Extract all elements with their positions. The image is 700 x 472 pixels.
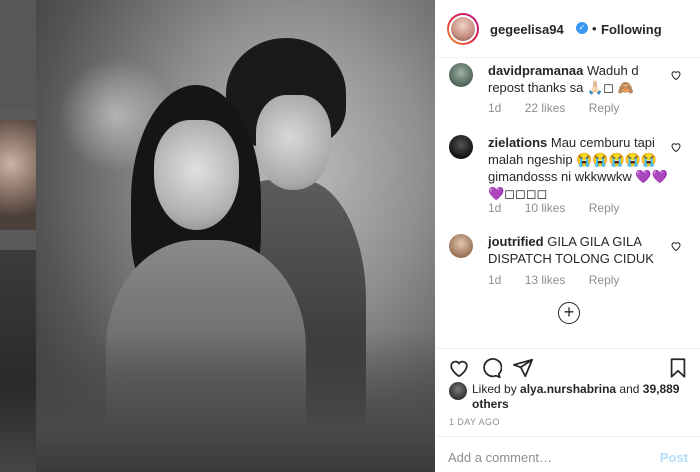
comment-likes[interactable]: 10 likes [525,201,566,215]
comment-input[interactable]: Add a comment… [448,450,552,465]
heart-icon[interactable] [448,357,470,379]
photo-street [36,332,435,472]
post-photo[interactable] [36,0,435,472]
like-comment-heart-icon[interactable] [670,69,682,81]
comment-time[interactable]: 1d [488,201,501,215]
post-side-panel: gegeelisa94 ✓ • Following davidpramanaa … [435,0,700,472]
liked-by-text: Liked by alya.nurshabrina and 39,889 oth… [472,382,692,412]
comment-meta: 1d 22 likes Reply [488,101,639,115]
add-comment-bar: Add a comment… Post [435,436,700,472]
liked-by-avatar[interactable] [449,382,467,400]
like-comment-heart-icon[interactable] [670,141,682,153]
author-username[interactable]: gegeelisa94 [490,22,564,37]
commenter-username[interactable]: davidpramanaa [488,63,583,78]
comment-time[interactable]: 1d [488,273,501,287]
liked-by-prefix: Liked by [472,382,521,396]
liked-by-and: and [616,382,643,396]
comment-body: joutrified GILA GILA GILA DISPATCH TOLON… [488,233,668,267]
post-comment-button[interactable]: Post [660,450,688,465]
commenter-avatar[interactable] [449,63,473,87]
commenter-username[interactable]: joutrified [488,234,544,249]
comment-body: zielations Mau cemburu tapi malah ngeshi… [488,134,668,202]
comment-likes[interactable]: 22 likes [525,101,566,115]
reply-button[interactable]: Reply [589,101,620,115]
background-thumbnail [0,120,36,230]
comment-meta: 1d 10 likes Reply [488,201,639,215]
post-header: gegeelisa94 ✓ • Following [435,0,700,58]
bookmark-icon[interactable] [667,357,689,379]
header-separator: • [592,21,597,36]
photo-person-back-face [256,95,331,190]
liked-by-user[interactable]: alya.nurshabrina [520,382,616,396]
comment-time[interactable]: 1d [488,101,501,115]
post-time-ago[interactable]: 1 DAY AGO [449,417,500,427]
background-page [0,0,36,472]
comment-meta: 1d 13 likes Reply [488,273,639,287]
author-avatar[interactable] [447,13,479,45]
photo-person-front-face [154,120,239,230]
reply-button[interactable]: Reply [589,201,620,215]
background-thumbnail [0,250,36,472]
comment-icon[interactable] [480,357,502,379]
reply-button[interactable]: Reply [589,273,620,287]
following-button[interactable]: Following [601,22,662,37]
comment-body: davidpramanaa Waduh d repost thanks sa 🙏… [488,62,668,96]
commenter-avatar[interactable] [449,135,473,159]
post-actions: Liked by alya.nurshabrina and 39,889 oth… [435,348,700,472]
verified-badge-icon: ✓ [576,22,588,34]
commenter-avatar[interactable] [449,234,473,258]
comment-likes[interactable]: 13 likes [525,273,566,287]
share-icon[interactable] [512,357,534,379]
add-circle-icon[interactable]: + [558,302,580,324]
background-thumbnail [0,0,36,110]
commenter-username[interactable]: zielations [488,135,547,150]
like-comment-heart-icon[interactable] [670,240,682,252]
